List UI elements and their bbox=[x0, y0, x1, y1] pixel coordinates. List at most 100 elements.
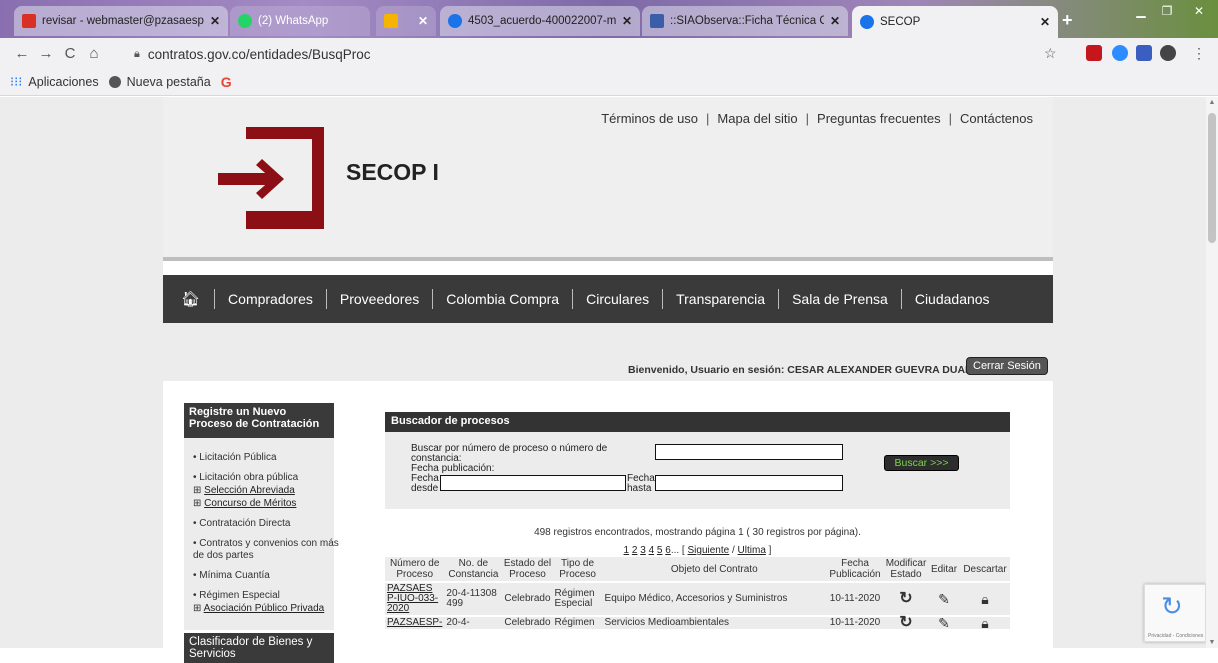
tab-secop[interactable]: SECOP ✕ bbox=[852, 6, 1058, 38]
results-table: Número de Proceso No. de Constancia Esta… bbox=[385, 557, 1010, 631]
recaptcha-icon: ↻ bbox=[1161, 591, 1183, 621]
sidebar-item-app[interactable]: ⊞ Asociación Público Privada bbox=[193, 603, 334, 615]
expand-icon: ⊞ bbox=[193, 498, 202, 509]
welcome-text: Bienvenido, Usuario en sesión: CESAR ALE… bbox=[628, 364, 987, 376]
link-sitemap[interactable]: Mapa del sitio bbox=[717, 111, 797, 126]
close-icon[interactable]: ✕ bbox=[830, 14, 840, 28]
tab-whatsapp[interactable]: (2) WhatsApp bbox=[230, 6, 370, 36]
menu-item-ciudadanos[interactable]: Ciudadanos bbox=[900, 289, 1003, 309]
lock-icon[interactable]: 🔒︎ bbox=[960, 615, 1010, 630]
process-number-input[interactable] bbox=[655, 444, 843, 460]
reload-icon[interactable]: C bbox=[58, 45, 82, 62]
sidebar-item-licitacion-publica[interactable]: • Licitación Pública bbox=[193, 452, 334, 464]
menu-item-colombia-compra[interactable]: Colombia Compra bbox=[432, 289, 572, 309]
close-icon[interactable]: ✕ bbox=[418, 14, 428, 28]
close-icon[interactable]: ✕ bbox=[1040, 15, 1050, 29]
expand-icon: ⊞ bbox=[193, 485, 202, 496]
search-button[interactable]: Buscar >>> bbox=[884, 455, 959, 471]
tab-gmail[interactable]: revisar - webmaster@pzasaesp ✕ bbox=[14, 6, 228, 36]
tab-acuerdo[interactable]: 4503_acuerdo-400022007-man ✕ bbox=[440, 6, 640, 36]
link-faq[interactable]: Preguntas frecuentes bbox=[817, 111, 941, 126]
process-link[interactable]: PAZSAESP-IUO-033-2020 bbox=[385, 581, 445, 616]
url-field[interactable]: 🔒︎ contratos.gov.co/entidades/BusqProc bbox=[134, 43, 1084, 65]
tab-drive[interactable]: ✕ bbox=[376, 6, 436, 36]
sidebar-item-contratacion-directa[interactable]: • Contratación Directa bbox=[193, 518, 334, 530]
bookmark-label: Aplicaciones bbox=[28, 74, 99, 89]
logout-button[interactable]: Cerrar Sesión bbox=[966, 357, 1048, 375]
back-icon[interactable]: ← bbox=[10, 45, 34, 62]
page-link[interactable]: 4 bbox=[649, 545, 655, 556]
menu-item-proveedores[interactable]: Proveedores bbox=[325, 289, 432, 309]
sidebar-item-licitacion-obra[interactable]: • Licitación obra pública bbox=[193, 472, 334, 484]
new-tab-icon[interactable]: + bbox=[1062, 10, 1073, 31]
close-icon[interactable]: ✕ bbox=[622, 14, 632, 28]
sidebar-item-regimen-especial[interactable]: • Régimen Especial bbox=[193, 590, 334, 602]
page-scrollbar[interactable]: ▲ ▼ bbox=[1206, 97, 1218, 648]
minimize-icon[interactable]: ▁ bbox=[1130, 4, 1152, 22]
page-link[interactable]: 2 bbox=[632, 545, 638, 556]
date-from-input[interactable] bbox=[440, 475, 626, 491]
cell-objeto: Servicios Medioambientales bbox=[602, 615, 826, 629]
table-header-row: Número de Proceso No. de Constancia Esta… bbox=[385, 557, 1010, 582]
link-contact[interactable]: Contáctenos bbox=[960, 111, 1033, 126]
extension-red-icon[interactable] bbox=[1086, 45, 1102, 61]
page-link[interactable]: 5 bbox=[657, 545, 663, 556]
bookmark-google[interactable]: G bbox=[221, 74, 232, 90]
sidebar-item-seleccion-abreviada[interactable]: ⊞ Selección Abreviada bbox=[193, 485, 334, 497]
sidebar: Registre un Nuevo Proceso de Contratació… bbox=[184, 403, 339, 663]
header-divider bbox=[163, 257, 1053, 261]
bookmark-apps[interactable]: ⁝⁝⁝ Aplicaciones bbox=[10, 74, 99, 90]
globe-icon bbox=[448, 14, 462, 28]
edit-icon[interactable]: ✎ bbox=[928, 615, 960, 630]
recaptcha-badge[interactable]: ↻ Privacidad - Condiciones bbox=[1144, 584, 1206, 642]
sidebar-item-contratos-convenios[interactable]: • Contratos y convenios con más de dos p… bbox=[193, 538, 343, 562]
page-link[interactable]: 3 bbox=[640, 545, 646, 556]
menu-item-circulares[interactable]: Circulares bbox=[572, 289, 662, 309]
col-objeto: Objeto del Contrato bbox=[602, 557, 826, 582]
recaptcha-text: Privacidad - Condiciones bbox=[1148, 633, 1204, 639]
maximize-icon[interactable]: ❐ bbox=[1156, 4, 1178, 22]
sidebar-item-minima-cuantia[interactable]: • Mínima Cuantía bbox=[193, 570, 334, 582]
scroll-down-icon[interactable]: ▼ bbox=[1208, 639, 1216, 646]
window-close-icon[interactable]: ✕ bbox=[1184, 4, 1214, 22]
menu-dots-icon[interactable]: ⋮ bbox=[1192, 45, 1208, 61]
scroll-up-icon[interactable]: ▲ bbox=[1208, 99, 1216, 106]
avatar[interactable] bbox=[1160, 45, 1176, 61]
extension-puzzle-icon[interactable] bbox=[1136, 45, 1152, 61]
cell-fecha: 10-11-2020 bbox=[826, 581, 884, 616]
label-number: Buscar por número de proceso o número de… bbox=[411, 443, 608, 464]
menu-item-transparencia[interactable]: Transparencia bbox=[662, 289, 778, 309]
last-page-link[interactable]: Ultima bbox=[738, 545, 766, 556]
session-bar: Bienvenido, Usuario en sesión: CESAR ALE… bbox=[163, 323, 1053, 381]
cell-tipo: Régimen Especial bbox=[552, 581, 603, 616]
extension-blue-icon[interactable] bbox=[1112, 45, 1128, 61]
forward-icon[interactable]: → bbox=[34, 45, 58, 62]
tab-title: (2) WhatsApp bbox=[258, 15, 329, 27]
lock-icon[interactable]: 🔒︎ bbox=[960, 581, 1010, 616]
top-links: Términos de uso | Mapa del sitio | Preguntas… bbox=[601, 111, 1033, 126]
col-estado: Estado del Proceso bbox=[502, 557, 553, 582]
link-terms[interactable]: Términos de uso bbox=[601, 111, 698, 126]
menu-item-compradores[interactable]: Compradores bbox=[214, 289, 326, 309]
apps-grid-icon: ⁝⁝⁝ bbox=[10, 73, 23, 89]
bookmarks-bar: ⁝⁝⁝ Aplicaciones Nueva pestaña G bbox=[0, 68, 1218, 96]
page-link[interactable]: 1 bbox=[624, 545, 630, 556]
edit-icon[interactable]: ✎ bbox=[928, 581, 960, 616]
tab-siaobserva[interactable]: ::SIAObserva::Ficha Técnica Co ✕ bbox=[642, 6, 848, 36]
table-row: PAZSAESP- 20-4- Celebrado Régimen Servic… bbox=[385, 615, 1010, 631]
process-link[interactable]: PAZSAESP- bbox=[385, 615, 445, 629]
next-page-link[interactable]: Siguiente bbox=[688, 545, 730, 556]
refresh-icon[interactable]: ↻ bbox=[884, 581, 928, 616]
sidebar-item-concurso-meritos[interactable]: ⊞ Concurso de Méritos bbox=[193, 498, 334, 510]
refresh-icon[interactable]: ↻ bbox=[884, 615, 928, 631]
close-icon[interactable]: ✕ bbox=[210, 14, 220, 28]
home-icon[interactable]: ⌂ bbox=[82, 45, 106, 62]
star-icon[interactable]: ☆ bbox=[1044, 45, 1060, 61]
date-to-input[interactable] bbox=[655, 475, 843, 491]
scrollbar-thumb[interactable] bbox=[1208, 113, 1216, 243]
cell-estado: Celebrado bbox=[502, 581, 553, 616]
home-icon[interactable]: 🏠︎ bbox=[181, 290, 200, 308]
cell-tipo: Régimen bbox=[552, 615, 603, 629]
menu-item-sala-de-prensa[interactable]: Sala de Prensa bbox=[778, 289, 901, 309]
bookmark-new-tab[interactable]: Nueva pestaña bbox=[108, 75, 211, 89]
